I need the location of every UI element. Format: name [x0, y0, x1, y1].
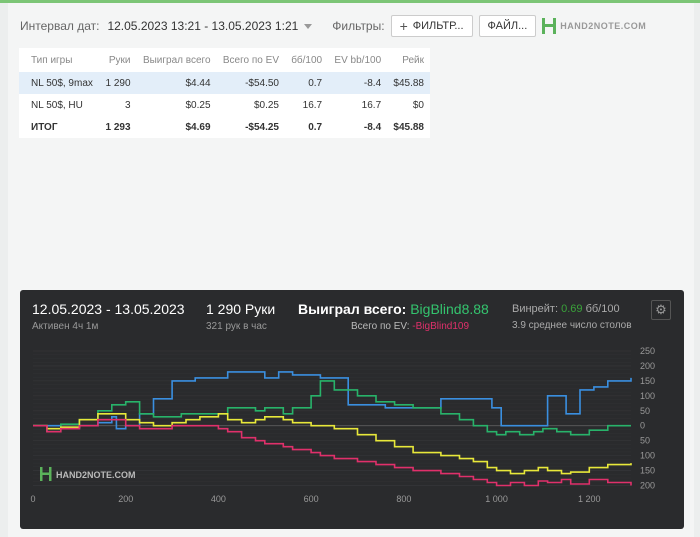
y-tick-label: 200 — [640, 361, 655, 371]
y-tick-label: 50 — [640, 406, 650, 416]
cell-bb100: 0.7 — [308, 121, 323, 133]
col-won-total[interactable]: Выиграл всего — [137, 48, 217, 72]
cell-game-type: NL 50$, 9max — [19, 72, 100, 94]
logo-text: HAND2NOTE.COM — [560, 21, 647, 31]
filter-button-label: ФИЛЬТР... — [412, 20, 464, 32]
col-ev-bb100[interactable]: EV bb/100 — [328, 48, 387, 72]
chart-watermark-logo: HAND2NOTE.COM — [40, 467, 136, 481]
cell-ev-total: -$54.50 — [216, 72, 285, 94]
y-tick-label: 150 — [640, 466, 655, 476]
y-tick-label: 200 — [640, 481, 655, 491]
cell-game-type: NL 50$, HU — [31, 99, 83, 111]
hand2note-logo-icon — [542, 18, 557, 34]
col-ev-total[interactable]: Всего по EV — [217, 48, 285, 72]
cell-ev-bb100: -8.4 — [328, 72, 388, 94]
x-tick-label: 600 — [304, 494, 319, 504]
cell-won-total: $4.44 — [136, 72, 217, 94]
series-line — [33, 413, 632, 475]
x-tick-label: 0 — [30, 494, 35, 504]
cell-rake: $45.88 — [387, 72, 430, 94]
cell-ev-total: $0.25 — [253, 99, 279, 111]
col-game-type[interactable]: Тип игры — [19, 48, 99, 72]
x-tick-label: 800 — [396, 494, 411, 504]
table-row[interactable]: NL 50$, HU 3 $0.25 $0.25 16.7 16.7 $0 — [19, 94, 430, 116]
cell-hands: 3 — [124, 99, 131, 111]
x-tick-label: 1 000 — [485, 494, 508, 504]
file-button-label: ФАЙЛ... — [487, 20, 528, 32]
y-tick-label: 0 — [640, 421, 645, 431]
col-rake[interactable]: Рейк — [387, 48, 430, 72]
cell-game-type: ИТОГ — [31, 121, 58, 133]
cell-bb100: 0.7 — [284, 72, 329, 94]
y-tick-label: 100 — [640, 451, 655, 461]
stats-table: Тип игры Руки Выиграл всего Всего по EV … — [19, 48, 430, 138]
chart-grid — [33, 350, 631, 486]
cell-bb100: 16.7 — [302, 99, 323, 111]
file-button[interactable]: ФАЙЛ... — [478, 15, 537, 37]
x-tick-label: 1 200 — [578, 494, 601, 504]
cell-hands: 1 293 — [105, 121, 131, 133]
cell-rake: $0 — [412, 99, 424, 111]
y-tick-label: 50 — [640, 436, 650, 446]
plus-icon: + — [399, 18, 408, 34]
hand2note-logo: HAND2NOTE.COM — [542, 18, 646, 34]
filter-row: Интервал дат: 12.05.2023 13:21 - 13.05.2… — [20, 14, 646, 38]
chart-logo-text: HAND2NOTE.COM — [56, 470, 136, 480]
cell-ev-bb100: 16.7 — [361, 99, 382, 111]
cell-won-total: $0.25 — [185, 99, 211, 111]
col-hands[interactable]: Руки — [99, 48, 136, 72]
x-tick-label: 400 — [211, 494, 226, 504]
filter-button[interactable]: + ФИЛЬТР... — [390, 15, 473, 37]
chart-series — [33, 371, 632, 487]
cell-won-total: $4.69 — [185, 121, 211, 133]
graph-panel: 12.05.2023 - 13.05.2023 Активен 4ч 1м 1 … — [20, 290, 684, 529]
cell-ev-bb100: -8.4 — [363, 121, 382, 133]
table-row[interactable]: NL 50$, 9max 1 290 $4.44 -$54.50 0.7 -8.… — [19, 72, 430, 94]
y-tick-label: 100 — [640, 391, 655, 401]
y-tick-label: 150 — [640, 376, 655, 386]
bankroll-line-chart: 0 200 400 600 800 1 000 1 200 250 200 150 100 50 0 50… — [30, 346, 655, 504]
cell-rake: $45.88 — [393, 121, 424, 133]
interval-label: Интервал дат: — [20, 19, 100, 33]
cell-ev-total: -$54.25 — [245, 121, 279, 133]
y-tick-label: 250 — [640, 346, 655, 356]
x-tick-label: 200 — [118, 494, 133, 504]
chevron-down-icon[interactable] — [304, 23, 313, 29]
col-bb100[interactable]: бб/100 — [285, 48, 328, 72]
table-total-row: ИТОГ 1 293 $4.69 -$54.25 0.7 -8.4 $45.88 — [19, 116, 430, 138]
cell-hands: 1 290 — [99, 72, 137, 94]
table-header-row: Тип игры Руки Выиграл всего Всего по EV … — [19, 48, 430, 72]
date-interval-select[interactable]: 12.05.2023 13:21 - 13.05.2023 1:21 — [107, 19, 298, 33]
series-line — [33, 380, 631, 436]
filters-label: Фильтры: — [332, 19, 385, 33]
